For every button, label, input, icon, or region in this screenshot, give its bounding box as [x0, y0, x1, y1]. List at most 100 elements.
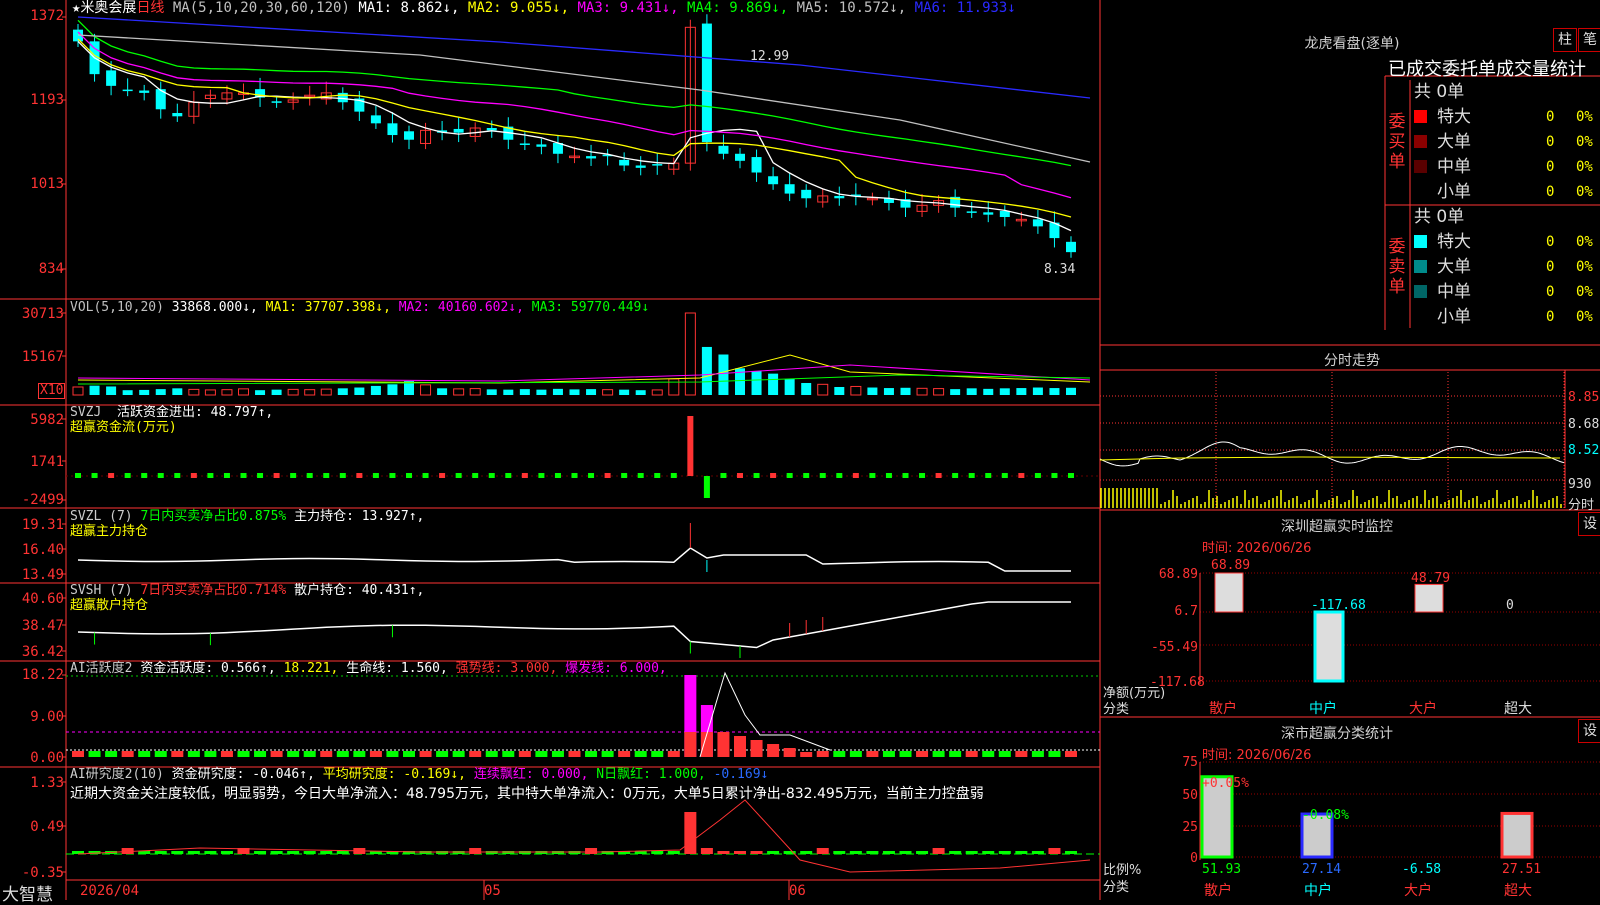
- sell-row: 中单: [1414, 281, 1471, 303]
- research-bar: [518, 851, 531, 854]
- bar-mode-button[interactable]: 柱: [1553, 28, 1577, 52]
- ma2-line: [77, 38, 1072, 218]
- classify-settings-button[interactable]: 设: [1578, 719, 1600, 743]
- research-bar: [154, 851, 167, 854]
- vol-bar-down: [983, 388, 994, 395]
- monitor-settings-button[interactable]: 设: [1578, 512, 1600, 536]
- monitor-xlabel: 分类: [1103, 702, 1130, 717]
- ai2-l1: 资金活跃度: 0.566↑,: [140, 661, 276, 676]
- research-bar: [452, 851, 465, 854]
- sell-swatch: [1414, 260, 1427, 273]
- candle-body-down: [139, 90, 150, 93]
- buy-swatch: [1414, 110, 1427, 123]
- buy-pct: 0%: [1576, 184, 1593, 200]
- ai2-bar: [535, 751, 548, 757]
- research-bar: [535, 851, 548, 854]
- svzj-bar: [1068, 473, 1074, 478]
- vol-bar-down: [1049, 388, 1060, 395]
- vol-bar-down: [701, 346, 712, 395]
- vol-bar-up: [204, 389, 216, 396]
- svzj-bar: [406, 473, 412, 478]
- research-line: [77, 799, 1091, 873]
- candle-body-down: [486, 128, 497, 131]
- sell-value: 0: [1546, 234, 1555, 250]
- date-label-1: 2026/04: [80, 883, 140, 899]
- ma1-line: [77, 40, 1072, 232]
- vol-bar-down: [536, 389, 547, 395]
- classify-axis-3: 25: [1182, 820, 1198, 835]
- svzj-bar: [273, 473, 280, 478]
- candle-body-down: [983, 212, 994, 215]
- classify-time: 时间: 2026/06/26: [1202, 748, 1312, 763]
- vol-bar-down: [718, 354, 729, 395]
- vol-bar-down: [503, 389, 514, 395]
- research-bar: [849, 851, 862, 854]
- sell-pct: 0%: [1576, 259, 1593, 275]
- research-bar: [568, 851, 581, 854]
- research-bar: [436, 851, 449, 854]
- vol-unit-badge: X10: [38, 383, 66, 399]
- vol-header: VOL(5,10,20) 33868.000↓, MA1: 37707.398↓…: [70, 301, 649, 315]
- svzj-bar: [91, 473, 98, 478]
- svsh-sub: 超赢散户持仓: [70, 598, 149, 613]
- classify-title: 深市超赢分类统计: [1281, 726, 1393, 742]
- classify-bar: [1500, 811, 1534, 859]
- research-bar: [303, 851, 316, 854]
- svzj-bar: [439, 473, 446, 478]
- sell-side-label: 委卖单: [1388, 237, 1406, 297]
- chart-canvas[interactable]: [0, 0, 1600, 900]
- sell-value: 0: [1546, 284, 1555, 300]
- svzj-bar: [852, 473, 859, 478]
- candle-body-down: [370, 115, 381, 124]
- ai2-bar: [551, 751, 564, 757]
- ai2-bar: [121, 751, 134, 757]
- ai2-axis-2: 9.00: [30, 709, 64, 725]
- vol-bar-down: [635, 390, 646, 395]
- stroke-mode-button[interactable]: 笔: [1578, 28, 1600, 52]
- svzj-bar: [141, 473, 148, 478]
- buy-label: 小单: [1437, 182, 1471, 202]
- vol-bar-down: [883, 388, 894, 395]
- research-bar: [651, 851, 664, 854]
- ai2-bar: [287, 751, 300, 757]
- svzj-header: SVZJ 活跃资金进出: 48.797↑,: [70, 406, 273, 420]
- svzj-bar: [455, 473, 462, 478]
- ai2-l4: 强势线: 3.000,: [455, 661, 558, 676]
- ai2-l2: 18.221,: [283, 661, 339, 676]
- buy-swatch: [1414, 185, 1427, 198]
- svzj-bar: [952, 473, 959, 478]
- ai2-bar: [816, 751, 829, 757]
- monitor-value-label: 0: [1506, 598, 1514, 613]
- buy-pct: 0%: [1576, 159, 1593, 175]
- vol-bar-up: [916, 387, 928, 396]
- research-bar: [1048, 848, 1061, 854]
- vol-bar-down: [569, 389, 580, 395]
- ai-research-comment: 近期大资金关注度较低，明显弱势，今日大单净流入：48.795万元，其中特大单净流…: [70, 786, 984, 802]
- research-bar: [700, 848, 713, 854]
- ai2-bar: [1065, 751, 1077, 757]
- svzl-axis-2: 16.40: [21, 542, 64, 558]
- fenshi-axis-2: 8.68: [1568, 417, 1600, 432]
- buy-row: 大单: [1414, 131, 1471, 153]
- ai2-bar: [618, 751, 631, 757]
- vol-bar-down: [387, 384, 398, 395]
- research-bar: [816, 848, 829, 854]
- ai2-bar: [651, 751, 664, 757]
- svsh-axis-2: 38.47: [21, 618, 64, 634]
- ai2-header: AI活跃度2 资金活跃度: 0.566↑, 18.221, 生命线: 1.560…: [70, 662, 667, 676]
- classify-category: 超大: [1504, 883, 1532, 899]
- research-bar: [949, 851, 962, 854]
- ai2-axis-1: 18.22: [21, 667, 64, 683]
- buy-label: 特大: [1437, 107, 1471, 127]
- svzj-bar: [902, 473, 909, 478]
- svzj-bar: [1034, 473, 1041, 478]
- vol-bar-down: [172, 388, 183, 395]
- svsh-line: [77, 601, 1071, 649]
- buy-label: 中单: [1437, 157, 1471, 177]
- ai2-bar: [353, 751, 366, 757]
- svsh-label1: 7日内买卖净占比0.714%: [140, 583, 287, 598]
- price-axis-2: 1193: [30, 92, 64, 108]
- fenshi-axis-3: 8.52: [1568, 443, 1600, 458]
- candle-body-down: [271, 101, 282, 103]
- candle-body-down: [122, 89, 133, 92]
